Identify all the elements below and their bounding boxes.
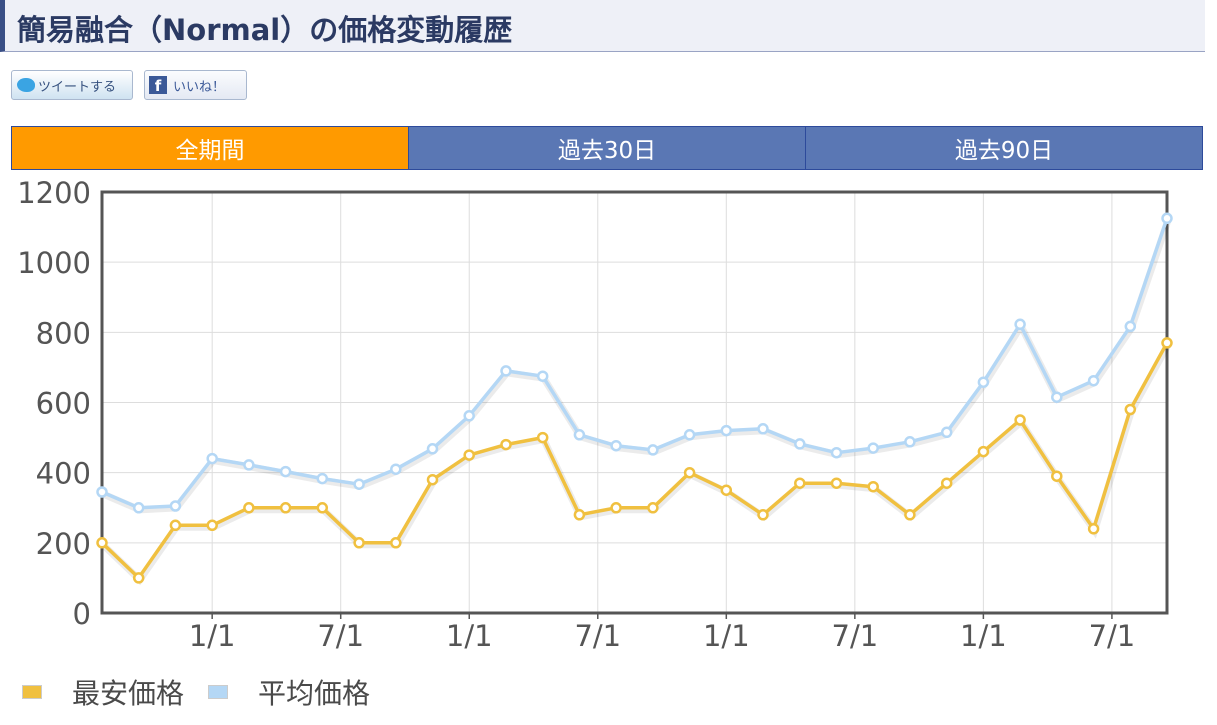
data-point-avg-price	[683, 429, 696, 441]
period-tabs: 全期間 過去30日 過去90日	[11, 126, 1203, 170]
data-point-min-price	[463, 449, 475, 461]
data-point-avg-price	[426, 443, 439, 455]
legend-swatch-avg-price	[208, 685, 229, 699]
data-point-min-price	[757, 509, 769, 521]
data-point-min-price	[720, 484, 733, 496]
legend-item-avg-price: 平均価格	[208, 672, 370, 712]
data-point-min-price	[169, 519, 182, 532]
data-point-min-price	[794, 477, 806, 489]
x-tick-label: 1/1	[960, 619, 1007, 653]
data-point-avg-price	[390, 463, 402, 475]
tweet-button[interactable]: ツイートする	[11, 70, 133, 100]
data-point-min-price	[830, 477, 843, 489]
legend-swatch-min-price	[22, 685, 42, 699]
data-point-avg-price	[757, 423, 769, 435]
chart-legend: 最安価格 平均価格	[22, 672, 394, 712]
data-point-avg-price	[316, 472, 329, 485]
data-point-avg-price	[573, 429, 586, 441]
y-tick-label: 0	[73, 597, 91, 631]
data-point-min-price	[132, 572, 145, 584]
data-point-min-price	[390, 537, 402, 549]
data-point-min-price	[279, 502, 292, 514]
data-point-avg-price	[132, 502, 145, 514]
data-point-avg-price	[867, 442, 879, 454]
title-bar: 簡易融合（Normal）の価格変動履歴	[0, 0, 1205, 52]
data-point-min-price	[1087, 523, 1100, 535]
data-point-min-price	[536, 431, 549, 444]
data-point-min-price	[1051, 470, 1063, 482]
x-tick-label: 1/1	[446, 619, 493, 653]
data-point-min-price	[206, 519, 218, 532]
data-point-avg-price	[243, 459, 255, 471]
data-point-min-price	[683, 466, 696, 479]
data-point-avg-price	[977, 376, 990, 388]
data-point-avg-price	[1051, 391, 1063, 403]
twitter-bird-icon	[17, 78, 35, 92]
y-tick-label: 1200	[17, 176, 91, 210]
data-point-min-price	[1124, 403, 1137, 416]
data-point-min-price	[243, 502, 255, 514]
data-point-avg-price	[96, 486, 108, 498]
data-point-avg-price	[830, 446, 843, 459]
data-point-min-price	[96, 537, 108, 549]
data-point-min-price	[1161, 337, 1173, 349]
data-point-min-price	[316, 502, 329, 514]
data-point-avg-price	[720, 424, 733, 437]
data-point-min-price	[647, 502, 659, 514]
x-tick-label: 7/1	[1089, 619, 1136, 653]
data-point-avg-price	[1124, 320, 1137, 333]
y-tick-label: 400	[36, 457, 91, 491]
data-point-min-price	[1014, 414, 1026, 426]
x-tick-label: 7/1	[832, 619, 879, 653]
data-point-min-price	[500, 438, 512, 451]
y-tick-label: 1000	[17, 246, 91, 280]
data-point-avg-price	[610, 439, 622, 452]
x-tick-label: 1/1	[189, 619, 236, 653]
data-point-avg-price	[904, 436, 916, 448]
data-point-min-price	[573, 509, 586, 521]
y-tick-label: 800	[36, 316, 91, 350]
facebook-like-button[interactable]: f いいね！	[144, 70, 247, 100]
tab-last-30-days[interactable]: 過去30日	[408, 127, 805, 169]
legend-label-avg-price: 平均価格	[258, 677, 371, 710]
like-label: いいね！	[173, 79, 226, 95]
data-point-avg-price	[1161, 212, 1173, 225]
data-point-avg-price	[169, 500, 182, 512]
data-point-avg-price	[940, 426, 953, 439]
data-point-min-price	[977, 445, 990, 458]
data-point-min-price	[353, 537, 365, 549]
data-point-min-price	[610, 502, 622, 514]
tweet-label: ツイートする	[38, 79, 117, 95]
data-point-avg-price	[536, 370, 549, 382]
data-point-avg-price	[647, 444, 659, 456]
data-point-avg-price	[206, 452, 218, 465]
x-tick-label: 7/1	[574, 619, 621, 653]
data-point-avg-price	[279, 465, 292, 478]
x-tick-label: 7/1	[317, 619, 364, 653]
tab-all-period[interactable]: 全期間	[12, 127, 408, 169]
data-point-avg-price	[463, 410, 475, 422]
page-title: 簡易融合（Normal）の価格変動履歴	[17, 13, 513, 47]
tab-last-90-days[interactable]: 過去90日	[805, 127, 1202, 169]
data-point-avg-price	[1014, 318, 1026, 331]
legend-item-min-price: 最安価格	[22, 672, 184, 712]
facebook-icon: f	[149, 76, 167, 95]
y-tick-label: 600	[36, 387, 91, 421]
price-history-chart: 0 200 400 600 800 1000 1200 1/1 7/1 1/1 7/1 1/1 7/1 1…	[17, 176, 1173, 653]
y-tick-label: 200	[36, 527, 91, 561]
data-point-min-price	[940, 477, 953, 489]
data-point-min-price	[904, 509, 916, 521]
x-tick-label: 1/1	[703, 619, 750, 653]
data-point-avg-price	[353, 478, 365, 490]
data-point-avg-price	[794, 438, 806, 450]
data-point-avg-price	[1087, 374, 1100, 387]
data-point-min-price	[867, 480, 879, 493]
data-point-min-price	[426, 473, 439, 486]
data-point-avg-price	[500, 365, 512, 377]
legend-label-min-price: 最安価格	[72, 677, 185, 710]
